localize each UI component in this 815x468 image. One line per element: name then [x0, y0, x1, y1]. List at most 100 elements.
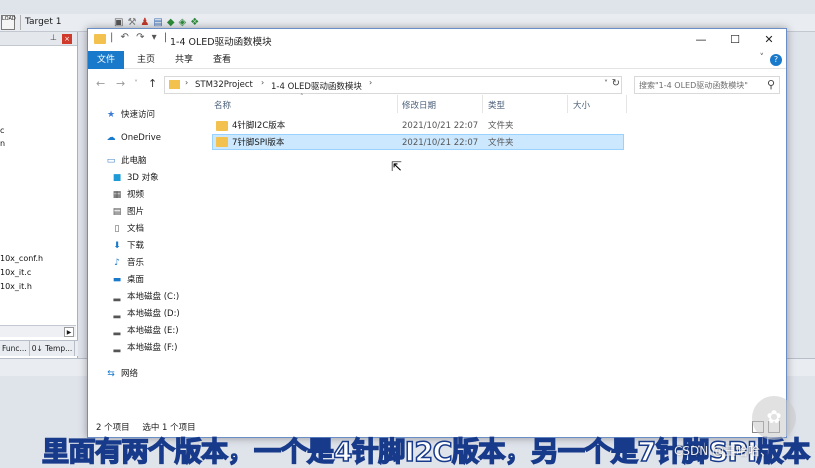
nav-label: 桌面 [127, 275, 145, 285]
forward-button[interactable]: → [116, 77, 125, 90]
nav-drive-c[interactable]: ▂ 本地磁盘 (C:) [110, 289, 180, 305]
chevron-right-icon[interactable]: › [185, 78, 188, 87]
chevron-right-icon[interactable]: › [261, 78, 264, 87]
horizontal-scrollbar[interactable]: ▶ [0, 325, 76, 337]
quick-access-toolbar[interactable]: | ↶ ↷ ▾ | [110, 32, 169, 43]
nav-music[interactable]: ♪ 音乐 [110, 255, 144, 271]
minimize-button[interactable]: — [684, 29, 718, 51]
nav-pictures[interactable]: ▤ 图片 [110, 204, 144, 220]
up-button[interactable]: ↑ [148, 77, 157, 90]
file-date: 2021/10/21 22:07 [402, 121, 479, 131]
nav-this-pc[interactable]: ▭ 此电脑 [104, 153, 147, 169]
target-selector[interactable]: Target 1 [20, 15, 61, 30]
folder-icon [216, 137, 228, 147]
navigation-pane: ★ 快速访问 ☁ OneDrive ▭ 此电脑 ■ 3D 对象 ▦ 视频 ▤ 图片 ▯ 文档 … [88, 99, 200, 421]
nav-desktop[interactable]: ▬ 桌面 [110, 272, 144, 288]
search-box[interactable]: 搜索"1-4 OLED驱动函数模块" ⚲ [634, 76, 780, 94]
nav-onedrive[interactable]: ☁ OneDrive [104, 130, 161, 146]
maximize-button[interactable]: ☐ [718, 29, 752, 51]
watermark: CSDN @王哈哈、 [674, 444, 773, 458]
nav-label: 此电脑 [121, 156, 147, 166]
drive-icon: ▂ [113, 343, 121, 353]
tab-templates[interactable]: 0↓ Temp... [30, 341, 76, 356]
chevron-right-icon[interactable]: › [369, 78, 372, 87]
column-divider[interactable] [397, 95, 398, 113]
nav-label: 音乐 [127, 258, 145, 268]
bilibili-logo-icon: ✿ [752, 396, 796, 440]
cube-icon: ■ [112, 173, 122, 183]
tree-item[interactable]: n [0, 139, 5, 148]
search-icon[interactable]: ⚲ [767, 78, 775, 91]
nav-label: 视频 [127, 190, 145, 200]
file-type: 文件夹 [488, 121, 514, 131]
drive-icon: ▂ [113, 292, 121, 302]
file-date: 2021/10/21 22:07 [402, 138, 479, 148]
ide-panel-tabs: Func... 0↓ Temp... [0, 340, 78, 356]
folder-icon [169, 80, 180, 89]
nav-label: 文档 [127, 224, 145, 234]
tab-share[interactable]: 共享 [166, 51, 202, 69]
breadcrumb-segment[interactable]: 1-4 OLED驱动函数模块 [271, 80, 362, 92]
tab-functions[interactable]: Func... [0, 341, 30, 356]
help-icon[interactable]: ? [770, 54, 782, 66]
column-header-size[interactable]: 大小 [573, 99, 590, 111]
drive-icon: ▂ [113, 309, 121, 319]
scroll-right-icon[interactable]: ▶ [64, 327, 74, 337]
cloud-icon: ☁ [106, 133, 116, 143]
tree-item[interactable]: 10x_it.h [0, 282, 32, 291]
folder-icon [94, 34, 106, 44]
nav-label: 本地磁盘 (E:) [127, 326, 179, 336]
back-button[interactable]: ← [96, 77, 105, 90]
file-row[interactable]: 4针脚I2C版本 2021/10/21 22:07 文件夹 [212, 118, 624, 134]
ide-panel-header: ⊥ × [0, 32, 77, 46]
refresh-icon[interactable]: ↻ [612, 78, 620, 89]
column-header-date[interactable]: 修改日期 [402, 99, 436, 111]
chevron-down-icon[interactable]: ˅ [604, 79, 608, 88]
tab-home[interactable]: 主页 [128, 51, 164, 69]
tree-item[interactable]: 10x_conf.h [0, 254, 43, 263]
column-header-type[interactable]: 类型 [488, 99, 505, 111]
document-icon: ▯ [114, 224, 120, 234]
drive-icon: ▂ [113, 326, 121, 336]
title-bar[interactable]: | ↶ ↷ ▾ | 1-4 OLED驱动函数模块 — ☐ ✕ [88, 29, 786, 51]
breadcrumb-segment[interactable]: STM32Project [195, 80, 253, 90]
tab-file[interactable]: 文件 [88, 51, 124, 69]
video-icon: ▦ [112, 190, 122, 200]
nav-drive-e[interactable]: ▂ 本地磁盘 (E:) [110, 323, 179, 339]
file-row-selected[interactable]: 7针脚SPI版本 2021/10/21 22:07 文件夹 [212, 134, 624, 150]
pin-icon[interactable]: ⊥ [50, 33, 57, 42]
column-divider[interactable] [626, 95, 627, 113]
download-icon: ⬇ [113, 241, 121, 251]
close-button[interactable]: ✕ [752, 29, 786, 51]
load-icon[interactable]: LOAD [1, 15, 16, 30]
nav-3d-objects[interactable]: ■ 3D 对象 [110, 170, 159, 186]
file-type: 文件夹 [488, 138, 514, 148]
navigation-bar: ← → ˅ ↑ › STM32Project › 1-4 OLED驱动函数模块 … [88, 69, 786, 99]
column-header-name[interactable]: 名称 [214, 99, 231, 111]
nav-documents[interactable]: ▯ 文档 [110, 221, 145, 237]
desktop-icon: ▬ [112, 275, 122, 285]
tree-item[interactable]: c [0, 126, 4, 135]
nav-videos[interactable]: ▦ 视频 [110, 187, 144, 203]
expand-ribbon-icon[interactable]: ˅ [760, 53, 765, 63]
nav-drive-f[interactable]: ▂ 本地磁盘 (F:) [110, 340, 178, 356]
star-icon: ★ [106, 110, 116, 120]
column-divider[interactable] [567, 95, 568, 113]
file-name: 7针脚SPI版本 [232, 138, 285, 148]
column-divider[interactable] [482, 95, 483, 113]
nav-network[interactable]: ⇆ 网络 [104, 366, 138, 382]
nav-label: 本地磁盘 (D:) [127, 309, 180, 319]
nav-quick-access[interactable]: ★ 快速访问 [104, 107, 155, 123]
file-list: ˄ 名称 修改日期 类型 大小 4针脚I2C版本 2021/10/21 22:0… [210, 93, 780, 421]
tab-view[interactable]: 查看 [204, 51, 240, 69]
tree-item[interactable]: 10x_it.c [0, 268, 31, 277]
nav-label: 本地磁盘 (F:) [127, 343, 178, 353]
nav-label: 本地磁盘 (C:) [127, 292, 180, 302]
address-bar[interactable]: › STM32Project › 1-4 OLED驱动函数模块 › ˅ ↻ [164, 76, 622, 94]
recent-locations-button[interactable]: ˅ [134, 79, 138, 88]
nav-downloads[interactable]: ⬇ 下载 [110, 238, 144, 254]
close-icon[interactable]: × [62, 34, 72, 44]
computer-icon: ▭ [106, 156, 116, 166]
nav-drive-d[interactable]: ▂ 本地磁盘 (D:) [110, 306, 180, 322]
load-label: LOAD [2, 16, 16, 22]
